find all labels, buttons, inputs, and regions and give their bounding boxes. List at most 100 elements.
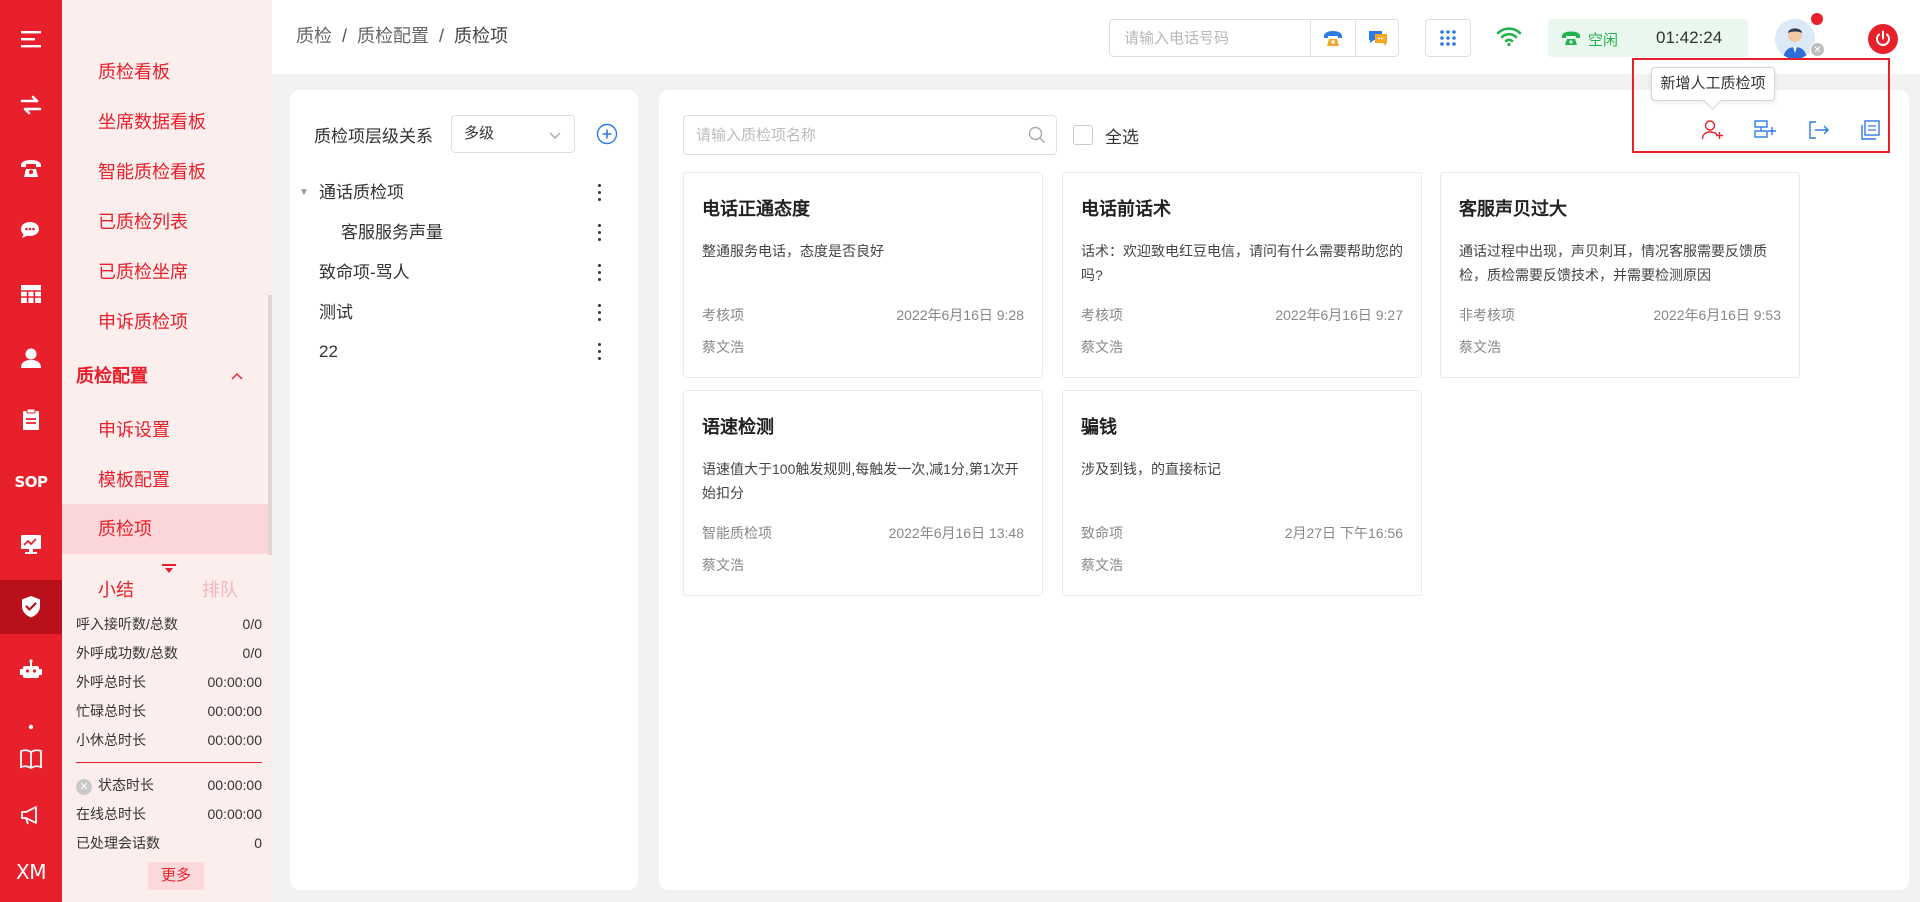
stat-row: 已处理会话数 0 xyxy=(76,829,262,857)
tree-item[interactable]: 客服服务声量 xyxy=(290,214,638,252)
sidebar-item-qc-items[interactable]: 质检项 xyxy=(62,504,268,554)
status-close-icon: ✕ xyxy=(76,779,92,795)
qc-item-card[interactable]: 电话前话术 话术：欢迎致电红豆电信，请问有什么需要帮助您的吗? 考核项 2022… xyxy=(1062,172,1422,378)
search-icon[interactable] xyxy=(1028,126,1046,149)
chat-icon[interactable] xyxy=(0,206,62,256)
sidebar-group-qc-config[interactable]: 质检配置 xyxy=(62,351,268,401)
item-search-input[interactable] xyxy=(684,116,1004,154)
tab-queue[interactable]: 排队 xyxy=(202,576,238,602)
stat-label: 忙碌总时长 xyxy=(76,703,146,719)
card-date: 2022年6月16日 13:48 xyxy=(888,525,1024,541)
qc-item-card[interactable]: 语速检测 语速值大于100触发规则,每触发一次,减1分,第1次开始扣分 智能质检… xyxy=(683,390,1043,596)
power-button[interactable] xyxy=(1868,24,1898,54)
caret-down-icon[interactable]: ▼ xyxy=(299,174,309,212)
sidebar-item-appeal-settings[interactable]: 申诉设置 xyxy=(62,405,268,455)
copy-icon[interactable] xyxy=(1857,117,1885,143)
stat-row: 小休总时长 00:00:00 xyxy=(76,726,262,754)
breadcrumb-item[interactable]: 质检配置 xyxy=(357,26,429,46)
avatar[interactable] xyxy=(1775,19,1815,59)
add-circle-icon[interactable] xyxy=(596,123,618,145)
sop-icon[interactable]: SOP xyxy=(0,457,62,507)
tree-item[interactable]: 致命项-骂人 xyxy=(290,254,638,292)
card-description: 整通服务电话，态度是否良好 xyxy=(702,243,884,259)
sub-sidebar: 质检看板 坐席数据看板 智能质检看板 已质检列表 已质检坐席 申诉质检项 质检配… xyxy=(62,0,272,902)
card-description: 涉及到钱，的直接标记 xyxy=(1081,461,1221,477)
export-icon[interactable] xyxy=(1805,117,1833,143)
tree-item[interactable]: 22 xyxy=(290,333,638,371)
xm-label: XM xyxy=(16,860,46,884)
robot-icon[interactable] xyxy=(0,646,62,696)
book-icon[interactable] xyxy=(0,734,62,784)
more-vertical-icon[interactable] xyxy=(598,184,602,202)
card-type: 非考核项 xyxy=(1459,307,1515,323)
qc-item-card[interactable]: 客服声贝过大 通话过程中出现，声贝刺耳，情况客服需要反馈质检，质检需要反馈技术，… xyxy=(1440,172,1800,378)
dial-phone-icon[interactable] xyxy=(1311,20,1355,56)
more-vertical-icon[interactable] xyxy=(598,224,602,242)
monitor-chart-icon[interactable] xyxy=(0,519,62,569)
stat-label: 已处理会话数 xyxy=(76,835,160,851)
stat-row: 外呼成功数/总数 0/0 xyxy=(76,639,262,667)
select-all-checkbox[interactable] xyxy=(1073,125,1093,145)
stat-label: 在线总时长 xyxy=(76,806,146,822)
card-title: 骗钱 xyxy=(1081,417,1117,437)
notification-dot xyxy=(1811,13,1823,25)
message-icon[interactable] xyxy=(1356,20,1400,56)
sidebar-item-appeal-items[interactable]: 申诉质检项 xyxy=(62,297,268,347)
tooltip: 新增人工质检项 xyxy=(1651,67,1775,101)
sidebar-item-agent-dashboard[interactable]: 坐席数据看板 xyxy=(62,97,268,147)
tree-item-label: 测试 xyxy=(319,303,353,322)
qc-item-card[interactable]: 电话正通态度 整通服务电话，态度是否良好 考核项 2022年6月16日 9:28… xyxy=(683,172,1043,378)
more-vertical-icon[interactable] xyxy=(598,343,602,361)
tree-item[interactable]: 测试 xyxy=(290,294,638,332)
phone-input[interactable] xyxy=(1110,20,1310,56)
user-avatar-icon xyxy=(1775,19,1815,59)
more-vertical-icon[interactable] xyxy=(598,304,602,322)
breadcrumb-item[interactable]: 质检 xyxy=(296,26,332,46)
person-icon[interactable] xyxy=(0,333,62,383)
phone-icon[interactable] xyxy=(0,143,62,193)
clipboard-icon[interactable] xyxy=(0,395,62,445)
icon-rail: SOP XM xyxy=(0,0,62,902)
apps-grid-button[interactable] xyxy=(1425,19,1471,57)
xm-icon[interactable]: XM xyxy=(0,847,62,897)
add-person-icon[interactable] xyxy=(1699,117,1727,143)
sidebar-scrollbar[interactable] xyxy=(268,295,272,555)
avatar-status-icon: ✕ xyxy=(1810,42,1825,57)
shield-check-icon[interactable] xyxy=(0,580,62,634)
table-grid-icon[interactable] xyxy=(0,269,62,319)
agent-status[interactable]: 空闲 01:42:24 xyxy=(1548,19,1748,57)
qc-item-card[interactable]: 骗钱 涉及到钱，的直接标记 致命项 2月27日 下午16:56 蔡文浩 xyxy=(1062,390,1422,596)
stats-divider xyxy=(76,762,262,763)
stat-value: 00:00:00 xyxy=(207,703,263,719)
level-select[interactable]: 多级 xyxy=(451,115,575,153)
stat-label: 状态时长 xyxy=(98,777,154,793)
sidebar-item-qc-agents[interactable]: 已质检坐席 xyxy=(62,247,268,297)
tab-indicator-icon xyxy=(162,564,176,573)
apps-grid-icon xyxy=(1440,30,1456,46)
sidebar-item-smart-dashboard[interactable]: 智能质检看板 xyxy=(62,147,268,197)
add-server-icon[interactable] xyxy=(1751,117,1779,143)
more-button[interactable]: 更多 xyxy=(148,862,204,890)
tree-item-label: 通话质检项 xyxy=(319,183,404,202)
sidebar-item-template-config[interactable]: 模板配置 xyxy=(62,455,268,505)
tab-summary[interactable]: 小结 xyxy=(98,576,134,602)
sidebar-item-qc-dashboard[interactable]: 质检看板 xyxy=(62,47,268,97)
more-vertical-icon[interactable] xyxy=(598,264,602,282)
status-label: 空闲 xyxy=(1588,32,1619,49)
card-title: 电话前话术 xyxy=(1081,199,1171,219)
tree-item[interactable]: ▼ 通话质检项 xyxy=(290,174,638,212)
tree-item-label: 致命项-骂人 xyxy=(319,263,410,282)
stat-label: 小休总时长 xyxy=(76,732,146,748)
card-type: 智能质检项 xyxy=(702,525,772,541)
menu-icon[interactable] xyxy=(0,14,62,64)
card-author: 蔡文浩 xyxy=(1459,339,1501,355)
megaphone-icon[interactable] xyxy=(0,790,62,840)
card-description: 通话过程中出现，声贝刺耳，情况客服需要反馈质检，质检需要反馈技术，并需要检测原因 xyxy=(1459,243,1767,283)
stat-row: 忙碌总时长 00:00:00 xyxy=(76,697,262,725)
breadcrumb-current: 质检项 xyxy=(454,26,509,46)
sidebar-item-qc-list[interactable]: 已质检列表 xyxy=(62,197,268,247)
sop-label: SOP xyxy=(14,473,48,491)
select-all-label[interactable]: 全选 xyxy=(1105,123,1139,148)
card-title: 语速检测 xyxy=(702,417,774,437)
transfer-arrows-icon[interactable] xyxy=(0,80,62,130)
